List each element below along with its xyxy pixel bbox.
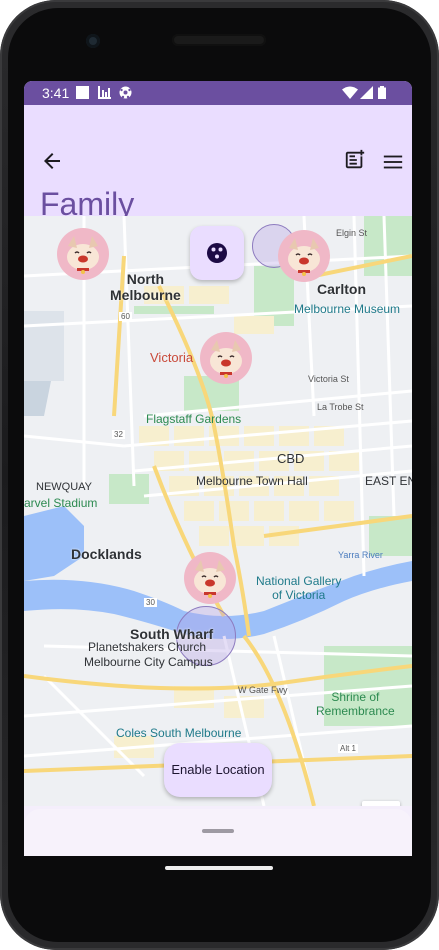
label-elgin-st: Elgin St — [336, 228, 368, 238]
label-melbourne-museum: Melbourne Museum — [294, 302, 401, 316]
drag-handle[interactable] — [202, 829, 234, 833]
avatar-member-1[interactable] — [57, 228, 109, 280]
label-road-30: 30 — [144, 598, 157, 607]
label-melbourne-town-hall: Melbourne Town Hall — [196, 474, 308, 488]
avatar-member-3[interactable] — [200, 332, 252, 384]
label-east-en: EAST EN — [365, 474, 412, 488]
label-newquay: NEWQUAY — [36, 481, 93, 493]
square-icon — [76, 86, 89, 99]
label-carlton: Carlton — [317, 281, 366, 297]
label-road-60: 60 — [119, 312, 132, 321]
menu-icon[interactable] — [382, 151, 404, 173]
label-marvel-stadium: arvel Stadium — [24, 496, 98, 510]
chart-bars-icon — [98, 86, 111, 99]
label-shrine-line2: Remembrance — [316, 704, 395, 718]
label-north-melbourne-line1: North — [126, 271, 165, 287]
label-national-gallery-line2: of Victoria — [272, 588, 326, 602]
label-victoria-st: Victoria St — [308, 374, 349, 384]
note-add-icon[interactable] — [344, 149, 366, 171]
label-yarra-river: Yarra River — [338, 550, 383, 560]
status-time: 3:41 — [42, 85, 70, 101]
label-coles: Coles South Melbourne — [116, 726, 242, 740]
enable-location-button[interactable]: Enable Location — [164, 743, 272, 797]
label-planetshakers: Planetshakers Church — [88, 640, 207, 654]
label-victoria: Victoria — [150, 350, 194, 365]
screen: 3:41 Family North Melbourne Carlton Melb… — [24, 81, 412, 856]
soccer-ball-icon — [119, 86, 132, 99]
battery-icon — [378, 86, 386, 99]
label-la-trobe-st: La Trobe St — [317, 402, 364, 412]
signal-icon — [360, 86, 373, 99]
pig-face-icon — [67, 236, 99, 274]
pig-face-icon — [194, 560, 226, 598]
label-national-gallery: National Gallery of Victoria — [256, 574, 341, 602]
arrow-back-icon[interactable] — [40, 149, 64, 173]
label-national-gallery-line1: National Gallery — [256, 574, 342, 588]
label-alt1: Alt 1 — [338, 744, 359, 753]
label-road-32: 32 — [112, 430, 125, 439]
wifi-icon — [342, 86, 358, 99]
label-flagstaff-gardens: Flagstaff Gardens — [146, 412, 242, 426]
zoom-controls: + − — [362, 801, 400, 806]
app-bar: Family — [24, 105, 412, 222]
gesture-bar[interactable] — [165, 866, 273, 870]
map-view[interactable]: North Melbourne Carlton Melbourne Museum … — [24, 216, 412, 806]
avatar-member-4[interactable] — [184, 552, 236, 604]
label-north-melbourne: North Melbourne — [110, 271, 181, 303]
three-dots-icon — [207, 243, 227, 263]
avatar-member-2[interactable] — [278, 230, 330, 282]
label-shrine-line1: Shrine of — [331, 690, 380, 704]
zoom-in-button[interactable]: + — [362, 801, 400, 806]
label-docklands: Docklands — [71, 546, 142, 562]
front-camera — [86, 34, 100, 48]
group-location-button[interactable] — [190, 226, 244, 280]
label-melbourne-city-campus: Melbourne City Campus — [84, 655, 213, 669]
label-north-melbourne-line2: Melbourne — [110, 287, 181, 303]
label-cbd: CBD — [277, 451, 305, 466]
pig-face-icon — [210, 340, 242, 378]
label-west-gate-fwy: W Gate Fwy — [238, 685, 288, 695]
earpiece-speaker — [172, 34, 266, 46]
pig-face-icon — [288, 238, 320, 276]
status-bar: 3:41 — [24, 81, 412, 105]
bottom-sheet[interactable] — [24, 809, 412, 856]
label-shrine: Shrine of Remembrance — [316, 690, 395, 718]
